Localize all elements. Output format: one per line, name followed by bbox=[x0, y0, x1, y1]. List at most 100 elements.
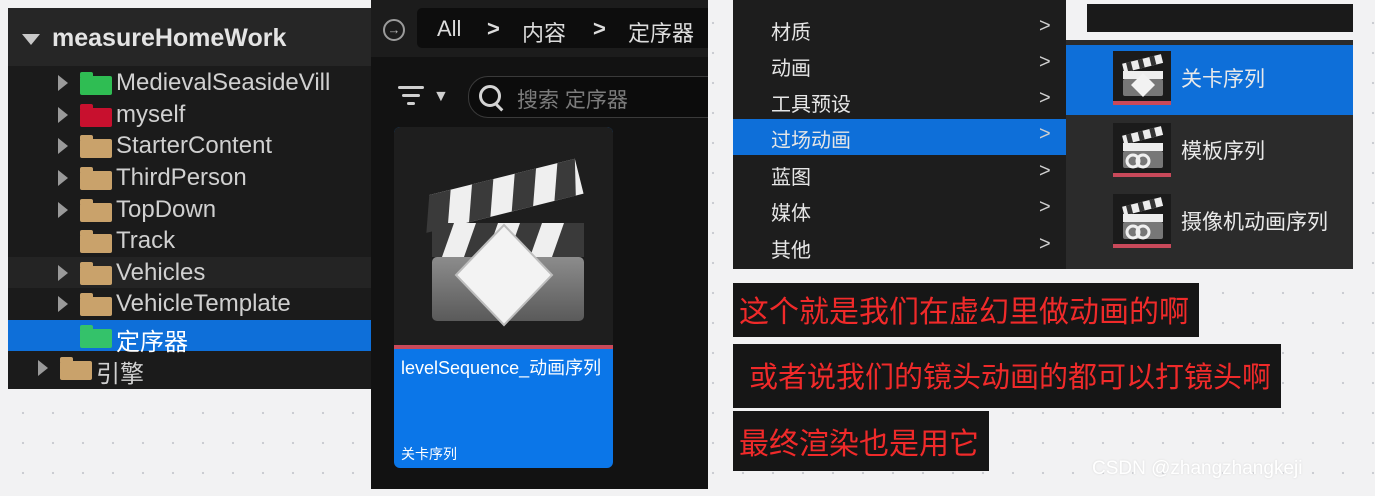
content-browser-panel: → All > 内容 > 定序器 ▼ 搜索 定序器 levelSequence_… bbox=[371, 0, 708, 489]
submenu-item-level-sequence[interactable]: 关卡序列 bbox=[1066, 45, 1353, 115]
folder-row-thirdperson[interactable]: ThirdPerson bbox=[8, 162, 371, 193]
expand-right-icon[interactable] bbox=[58, 75, 68, 91]
folder-label: ThirdPerson bbox=[116, 164, 247, 191]
search-icon bbox=[479, 85, 501, 107]
folder-icon bbox=[80, 230, 112, 253]
menu-item-label: 媒体 bbox=[771, 203, 811, 225]
breadcrumb: All > 内容 > 定序器 bbox=[417, 8, 708, 48]
cinematics-submenu: 关卡序列 模板序列 摄像机动画序列 bbox=[1066, 40, 1353, 269]
submenu-item-template-sequence[interactable]: 模板序列 bbox=[1066, 117, 1353, 187]
folder-label: TopDown bbox=[116, 196, 217, 223]
search-placeholder: 搜索 定序器 bbox=[517, 89, 628, 112]
chevron-right-icon: > bbox=[1039, 51, 1051, 73]
folder-icon bbox=[80, 167, 112, 190]
asset-type-color-bar bbox=[1113, 101, 1171, 105]
menu-item-media[interactable]: 媒体 > bbox=[733, 192, 1066, 228]
subtitle-caption-2: 或者说我们的镜头动画的都可以打镜头啊 bbox=[733, 344, 1282, 408]
category-menu: 材质 > 动画 > 工具预设 > 过场动画 > 蓝图 > 媒体 > 其他 > bbox=[733, 0, 1066, 269]
menu-item-other[interactable]: 其他 > bbox=[733, 229, 1066, 265]
breadcrumb-separator-icon: > bbox=[487, 16, 500, 41]
folder-icon bbox=[60, 357, 92, 380]
watermark: CSDN @zhangzhangkeji bbox=[1092, 458, 1303, 479]
chevron-right-icon: > bbox=[1039, 196, 1051, 218]
asset-type-label: 关卡序列 bbox=[401, 446, 457, 462]
folder-label: MedievalSeasideVill bbox=[116, 69, 331, 96]
submenu-item-label: 摄像机动画序列 bbox=[1181, 211, 1328, 234]
folder-row-startercontent[interactable]: StarterContent bbox=[8, 130, 371, 161]
expand-right-icon[interactable] bbox=[58, 138, 68, 154]
menu-item-label: 工具预设 bbox=[771, 94, 851, 116]
folder-row-engine[interactable]: 引擎 bbox=[8, 352, 371, 388]
menu-item-label: 过场动画 bbox=[771, 130, 851, 152]
menu-item-tool-presets[interactable]: 工具预设 > bbox=[733, 83, 1066, 119]
expand-right-icon[interactable] bbox=[58, 265, 68, 281]
folder-row-myself[interactable]: myself bbox=[8, 99, 371, 130]
filter-icon[interactable] bbox=[398, 86, 424, 106]
folder-row-sequencer[interactable]: 定序器 bbox=[8, 320, 371, 356]
menu-item-label: 蓝图 bbox=[771, 167, 811, 189]
expand-right-icon[interactable] bbox=[38, 360, 48, 376]
folder-row-track[interactable]: Track bbox=[8, 225, 371, 256]
camera-animation-sequence-icon bbox=[1113, 194, 1171, 248]
tree-root-label: measureHomeWork bbox=[52, 24, 287, 52]
context-menu-area: 材质 > 动画 > 工具预设 > 过场动画 > 蓝图 > 媒体 > 其他 > 关… bbox=[733, 0, 1353, 269]
level-sequence-icon bbox=[1113, 51, 1171, 105]
folder-icon bbox=[80, 199, 112, 222]
folder-icon bbox=[80, 72, 112, 95]
navigate-forward-icon[interactable]: → bbox=[383, 19, 405, 41]
asset-type-color-bar bbox=[1113, 173, 1171, 177]
template-sequence-icon bbox=[1113, 123, 1171, 177]
chevron-right-icon: > bbox=[1039, 15, 1051, 37]
folder-icon bbox=[80, 262, 112, 285]
folder-row-topdown[interactable]: TopDown bbox=[8, 194, 371, 225]
folder-label: StarterContent bbox=[116, 132, 273, 159]
chevron-down-icon[interactable]: ▼ bbox=[433, 88, 449, 106]
chevron-right-icon: > bbox=[1039, 233, 1051, 255]
breadcrumb-separator-icon: > bbox=[593, 16, 606, 41]
menu-item-material[interactable]: 材质 > bbox=[733, 11, 1066, 47]
folder-tree-panel: measureHomeWork MedievalSeasideVill myse… bbox=[8, 8, 371, 389]
folder-label: Vehicles bbox=[116, 259, 206, 286]
breadcrumb-item-all[interactable]: All bbox=[437, 16, 461, 42]
folder-label: 引擎 bbox=[96, 361, 144, 388]
chevron-right-icon: > bbox=[1039, 123, 1051, 145]
folder-icon bbox=[80, 104, 112, 127]
folder-row-medievalseasidevill[interactable]: MedievalSeasideVill bbox=[8, 67, 371, 98]
menu-item-label: 动画 bbox=[771, 58, 811, 80]
chevron-right-icon: > bbox=[1039, 87, 1051, 109]
expand-right-icon[interactable] bbox=[58, 107, 68, 123]
menu-item-cinematics[interactable]: 过场动画 > bbox=[733, 119, 1066, 155]
menu-top-strip bbox=[1087, 4, 1353, 32]
asset-tile-level-sequence[interactable]: levelSequence_动画序列 关卡序列 bbox=[394, 127, 613, 468]
asset-thumbnail bbox=[394, 127, 613, 345]
submenu-item-label: 模板序列 bbox=[1181, 140, 1265, 163]
tree-root-row[interactable]: measureHomeWork bbox=[8, 8, 371, 66]
asset-type-color-bar bbox=[1113, 244, 1171, 248]
breadcrumb-item-content[interactable]: 内容 bbox=[522, 16, 566, 48]
folder-icon bbox=[80, 293, 112, 316]
clapperboard-icon bbox=[426, 158, 584, 327]
expand-right-icon[interactable] bbox=[58, 202, 68, 218]
breadcrumb-item-sequencer[interactable]: 定序器 bbox=[628, 16, 694, 48]
folder-label: myself bbox=[116, 101, 186, 128]
expand-right-icon[interactable] bbox=[58, 296, 68, 312]
browser-toolbar: ▼ 搜索 定序器 bbox=[371, 66, 708, 122]
folder-icon bbox=[80, 135, 112, 158]
search-input[interactable]: 搜索 定序器 bbox=[468, 76, 708, 118]
menu-item-label: 其他 bbox=[771, 240, 811, 262]
menu-item-label: 材质 bbox=[771, 22, 811, 44]
expand-right-icon[interactable] bbox=[58, 170, 68, 186]
submenu-item-camera-animation-sequence[interactable]: 摄像机动画序列 bbox=[1066, 188, 1353, 258]
menu-item-blueprint[interactable]: 蓝图 > bbox=[733, 156, 1066, 192]
expand-down-icon[interactable] bbox=[22, 34, 40, 45]
chevron-right-icon: > bbox=[1039, 160, 1051, 182]
menu-item-animation[interactable]: 动画 > bbox=[733, 47, 1066, 83]
asset-name: levelSequence_动画序列 bbox=[401, 358, 602, 378]
folder-label: VehicleTemplate bbox=[116, 290, 291, 317]
folder-row-vehicletemplate[interactable]: VehicleTemplate bbox=[8, 288, 371, 319]
subtitle-caption-3: 最终渲染也是用它 bbox=[733, 411, 989, 471]
asset-type-color-bar bbox=[394, 345, 613, 349]
folder-row-vehicles[interactable]: Vehicles bbox=[8, 257, 371, 288]
folder-label: Track bbox=[116, 227, 176, 254]
subtitle-caption-1: 这个就是我们在虚幻里做动画的啊 bbox=[733, 283, 1199, 337]
